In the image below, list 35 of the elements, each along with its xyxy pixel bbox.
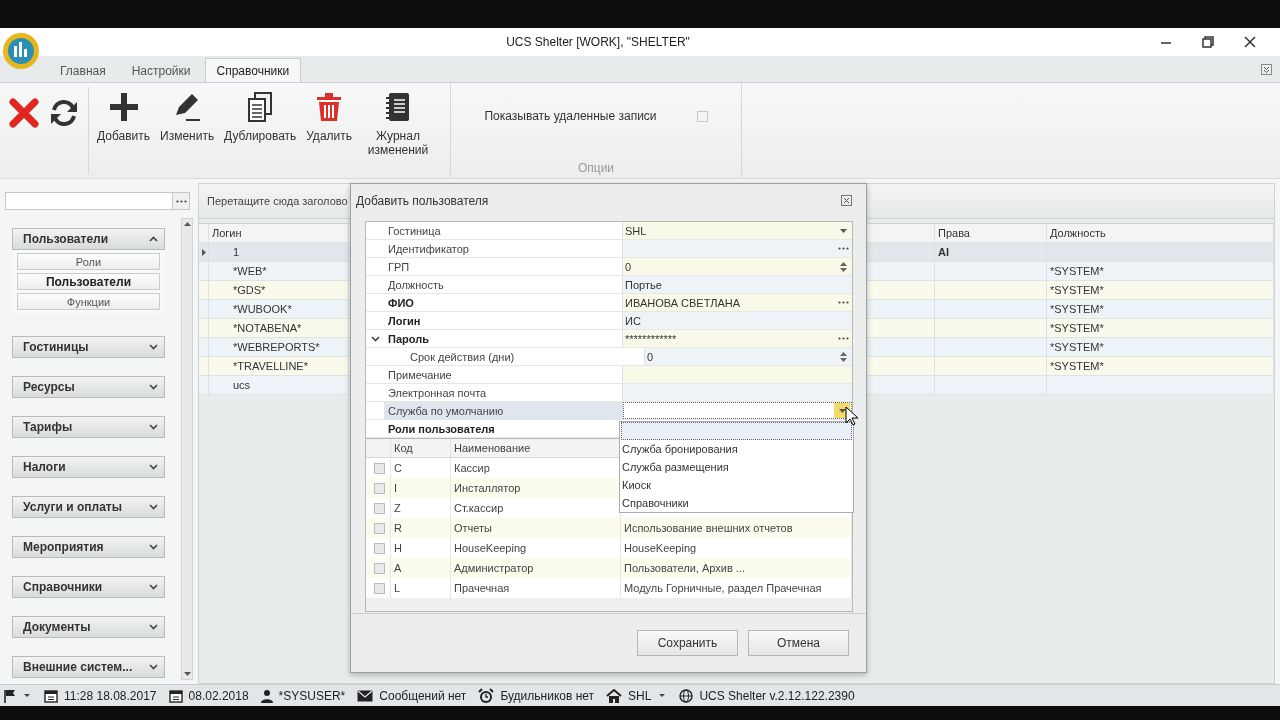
table-cell: L xyxy=(391,578,451,598)
table-cell: *WUBOOK* xyxy=(209,300,349,318)
table-cell: *SYSTEM* xyxy=(1047,262,1274,280)
table-cell: *SYSTEM* xyxy=(1047,281,1274,299)
table-cell: *SYSTEM* xyxy=(1047,300,1274,318)
table-cell: *SYSTEM* xyxy=(1047,338,1274,356)
status-text: Будильников нет xyxy=(500,688,595,703)
option-label: Показывать удаленные записи xyxy=(484,109,657,123)
dialog-title: Добавить пользователя xyxy=(356,193,489,208)
group-hint: Перетащите сюда заголово xyxy=(207,195,348,207)
status-text: 11:28 18.08.2017 xyxy=(64,688,157,703)
table-cell: *GDS* xyxy=(209,281,349,299)
column-header: Логин xyxy=(209,224,349,242)
status-text: 08.02.2018 xyxy=(188,688,249,703)
table-cell: *WEB* xyxy=(209,262,349,280)
column-header: Права xyxy=(935,224,1047,242)
status-text: *SYSUSER* xyxy=(278,688,346,703)
table-cell: 1 xyxy=(209,243,349,261)
group-caption: Опции xyxy=(577,161,615,175)
table-cell: *WEBREPORTS* xyxy=(209,338,349,356)
status-text: UCS Shelter v.2.12.122.2390 xyxy=(699,688,855,703)
table-cell: *NOTABENA* xyxy=(209,319,349,337)
status-text: SHL xyxy=(628,688,652,703)
property-label: Служба по умолчанию xyxy=(384,402,623,419)
table-cell: *SYSTEM* xyxy=(1047,357,1274,375)
status-text: Сообщений нет xyxy=(379,688,467,703)
column-header: Код xyxy=(391,439,451,457)
window-title: UCS Shelter [WORK], "SHELTER" xyxy=(505,35,691,49)
column-header: Должность xyxy=(1047,224,1274,242)
table-cell: Модуль Горничные, раздел Прачечная xyxy=(621,578,852,598)
table-cell: Прачечная xyxy=(451,578,621,598)
table-cell: *SYSTEM* xyxy=(1047,319,1274,337)
table-cell: *TRAVELLINE* xyxy=(209,357,349,375)
table-cell: ucs xyxy=(209,376,349,394)
table-cell: AI xyxy=(935,243,1047,261)
